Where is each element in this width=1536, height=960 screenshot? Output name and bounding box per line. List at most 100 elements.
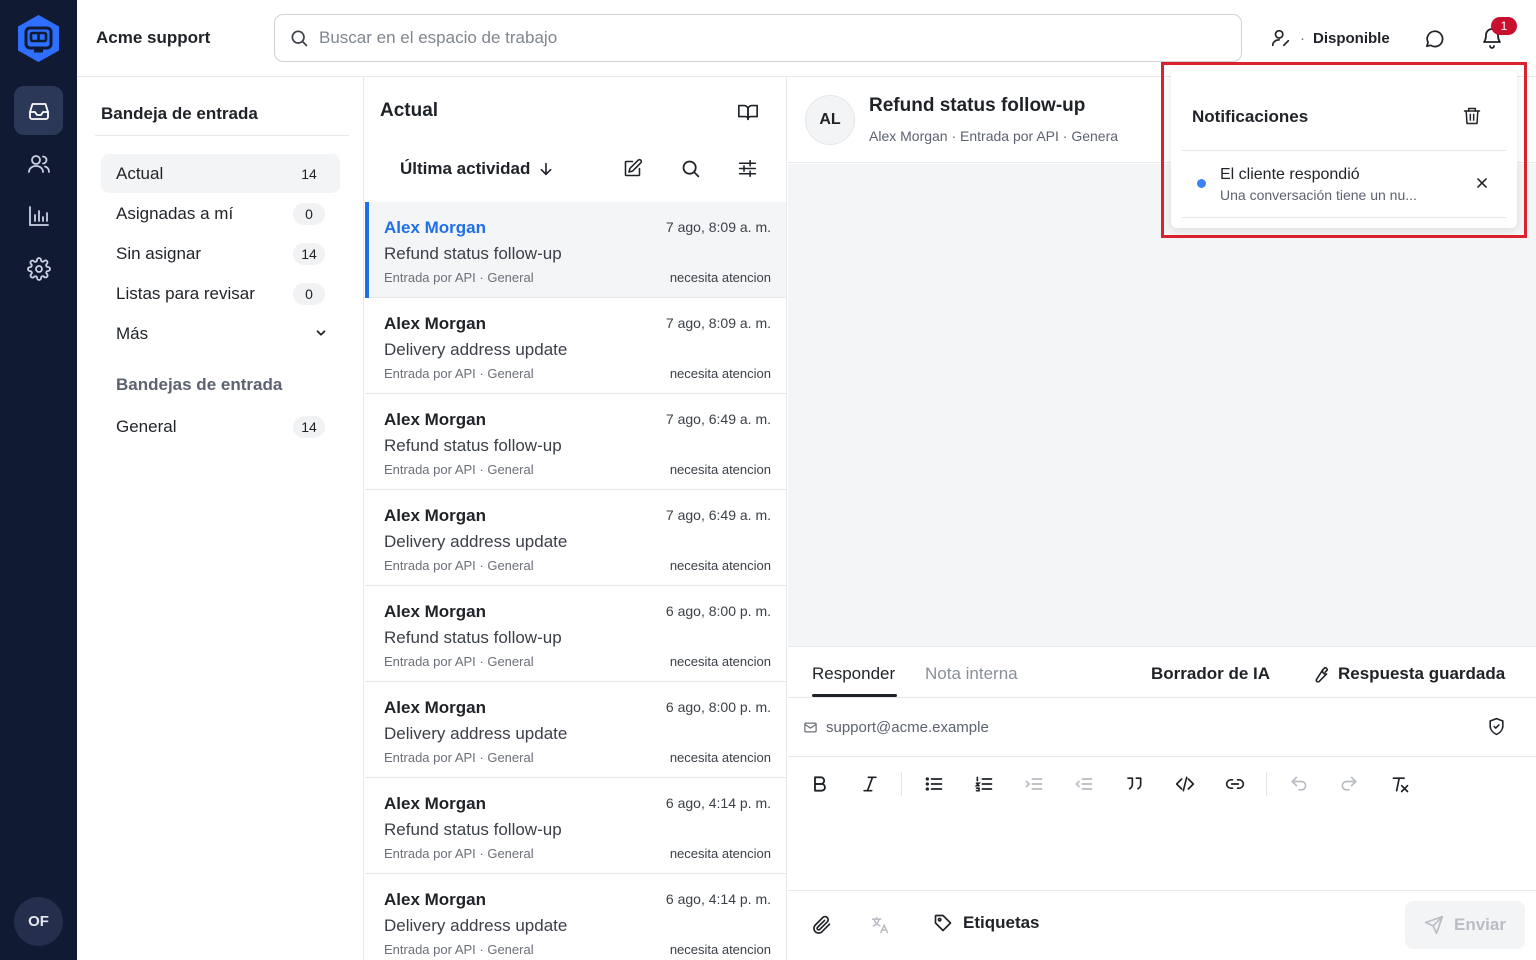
folder-unassigned[interactable]: Sin asignar 14 (101, 234, 340, 273)
status-separator: · (1300, 29, 1305, 47)
saved-reply-button[interactable]: Respuesta guardada (1311, 664, 1505, 684)
notifications-panel: Notificaciones El cliente respondió Una … (1171, 71, 1517, 228)
folder-assigned-to-me[interactable]: Asignadas a mí 0 (101, 194, 340, 233)
bullet-list-button[interactable] (924, 774, 944, 794)
conversation-row[interactable]: Alex Morgan 6 ago, 4:14 p. m. Delivery a… (365, 874, 786, 960)
ai-draft-button[interactable]: Borrador de IA (1151, 664, 1270, 684)
clear-notifications-button[interactable] (1462, 106, 1482, 126)
link-button[interactable] (1225, 774, 1245, 794)
bold-icon (810, 774, 830, 794)
list-bullet-icon (924, 774, 944, 794)
dismiss-notification-button[interactable] (1475, 176, 1489, 190)
folder-count: 14 (293, 415, 325, 438)
reply-composer: Responder Nota interna Borrador de IA Re… (788, 646, 1536, 960)
code-button[interactable] (1175, 774, 1195, 794)
list-ordered-icon (974, 774, 994, 794)
tags-button[interactable]: Etiquetas (933, 913, 1040, 933)
availability-status[interactable]: · Disponible (1270, 27, 1390, 49)
outdent-button[interactable] (1074, 774, 1094, 794)
bold-button[interactable] (810, 774, 830, 794)
conversation-row[interactable]: Alex Morgan 6 ago, 4:14 p. m. Refund sta… (365, 778, 786, 874)
italic-button[interactable] (860, 774, 880, 794)
inbox-folders-panel: Bandeja de entrada Actual 14 Asignadas a… (77, 77, 364, 960)
sort-dropdown[interactable]: Última actividad (400, 159, 554, 179)
meta-separator: · (951, 128, 961, 144)
folder-count: 0 (293, 202, 325, 225)
conversation-row[interactable]: Alex Morgan 7 ago, 6:49 a. m. Delivery a… (365, 490, 786, 586)
search-input[interactable] (319, 28, 1219, 48)
compose-button[interactable] (622, 158, 643, 179)
quote-button[interactable] (1124, 774, 1144, 794)
conversation-row[interactable]: Alex Morgan 7 ago, 6:49 a. m. Refund sta… (365, 394, 786, 490)
conversation-row[interactable]: Alex Morgan 6 ago, 8:00 p. m. Delivery a… (365, 682, 786, 778)
chat-button[interactable] (1423, 27, 1446, 50)
conversation-meta: Entrada por API · General (384, 366, 534, 381)
close-icon (1475, 176, 1489, 190)
conversation-title: Refund status follow-up (869, 95, 1086, 116)
contact-avatar[interactable]: AL (805, 95, 855, 145)
timestamp: 7 ago, 8:09 a. m. (665, 219, 771, 235)
user-status-icon (1270, 27, 1292, 49)
conversation-header-meta: Alex Morgan · Entrada por API · Genera (869, 128, 1118, 144)
outdent-icon (1074, 774, 1094, 794)
nav-settings-button[interactable] (14, 244, 63, 293)
folder-count: 14 (293, 242, 325, 265)
tag-icon (933, 913, 953, 933)
signature-toggle[interactable] (1487, 717, 1506, 736)
paperclip-icon (812, 915, 832, 935)
inbox-general[interactable]: General 14 (101, 407, 340, 446)
nav-reports-button[interactable] (14, 191, 63, 240)
contacts-icon (27, 152, 51, 176)
contact-name: Alex Morgan (384, 506, 487, 525)
search-box[interactable] (274, 14, 1242, 62)
conversation-list-panel: Actual Última actividad Alex Morgan 7 ag… (365, 77, 787, 960)
notification-title[interactable]: El cliente respondió (1220, 166, 1360, 184)
nav-inbox-button[interactable] (14, 86, 63, 135)
translate-button[interactable] (870, 915, 890, 935)
notification-description: Una conversación tiene un nu... (1220, 187, 1417, 203)
folder-label: General (116, 416, 177, 436)
undo-button[interactable] (1289, 774, 1309, 794)
workspace-name: Acme support (96, 28, 211, 47)
conversation-meta: Entrada por API · General (384, 942, 534, 957)
tab-internal-note[interactable]: Nota interna (925, 664, 1018, 684)
send-button[interactable]: Enviar (1405, 901, 1525, 949)
conversation-row[interactable]: Alex Morgan 6 ago, 8:00 p. m. Refund sta… (365, 586, 786, 682)
nav-contacts-button[interactable] (14, 139, 63, 188)
filter-button[interactable] (737, 158, 758, 179)
from-field[interactable]: support@acme.example (788, 699, 1536, 757)
clear-format-button[interactable] (1390, 774, 1410, 794)
knowledge-base-button[interactable] (737, 101, 759, 123)
numbered-list-button[interactable] (974, 774, 994, 794)
trash-icon (1462, 106, 1482, 126)
status-tag: necesita atencion (669, 846, 771, 861)
search-icon (289, 28, 309, 48)
settings-icon (26, 256, 51, 281)
user-avatar[interactable]: OF (14, 897, 63, 946)
notifications-title: Notificaciones (1192, 107, 1309, 126)
app-logo-icon[interactable] (16, 14, 61, 63)
conversation-meta: Entrada por API · General (384, 270, 534, 285)
toolbar-divider (1266, 772, 1267, 796)
status-tag: necesita atencion (669, 654, 771, 669)
redo-button[interactable] (1339, 774, 1359, 794)
nav-rail: OF (0, 0, 77, 960)
folder-current[interactable]: Actual 14 (101, 154, 340, 193)
conversation-subject: Delivery address update (384, 916, 568, 935)
divider (1182, 217, 1506, 218)
timestamp: 6 ago, 4:14 p. m. (665, 795, 771, 811)
attach-button[interactable] (812, 915, 832, 935)
tab-reply[interactable]: Responder (812, 664, 895, 684)
redo-icon (1339, 774, 1359, 794)
list-search-button[interactable] (680, 158, 701, 179)
indent-button[interactable] (1024, 774, 1044, 794)
conversation-row[interactable]: Alex Morgan 7 ago, 8:09 a. m. Refund sta… (365, 202, 786, 298)
conversation-meta: Entrada por API · General (384, 846, 534, 861)
conversation-row[interactable]: Alex Morgan 7 ago, 8:09 a. m. Delivery a… (365, 298, 786, 394)
folder-ready-for-review[interactable]: Listas para revisar 0 (101, 274, 340, 313)
status-tag: necesita atencion (669, 750, 771, 765)
timestamp: 6 ago, 4:14 p. m. (665, 891, 771, 907)
unread-indicator (1197, 179, 1206, 188)
folder-more[interactable]: Más (101, 314, 340, 353)
conversation-meta: Entrada por API · General (384, 558, 534, 573)
